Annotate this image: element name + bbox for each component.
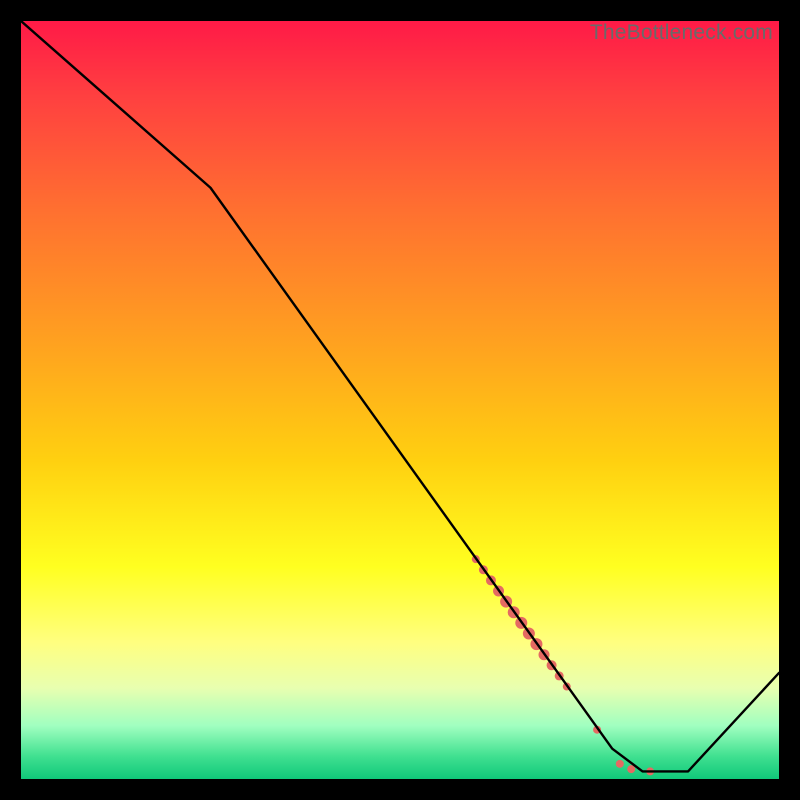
chart-svg: [21, 21, 779, 779]
bottleneck-curve: [21, 21, 779, 771]
marker-dot: [616, 760, 624, 768]
chart-area: TheBottleneck.com: [21, 21, 779, 779]
highlight-markers: [472, 555, 654, 775]
